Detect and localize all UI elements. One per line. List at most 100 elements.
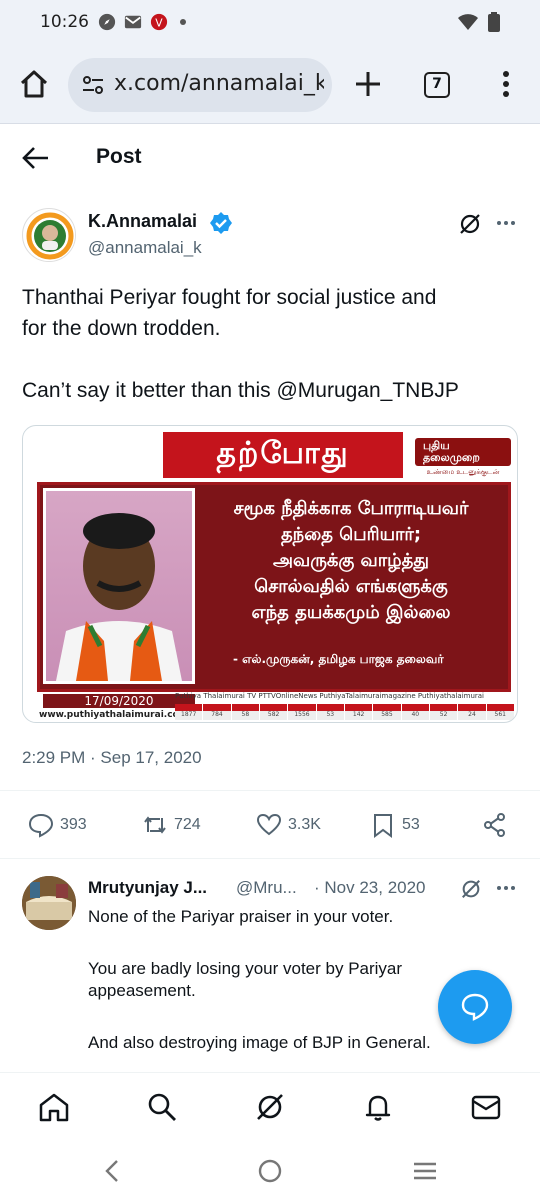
channel-cell: 1556 — [288, 704, 317, 720]
reply-date[interactable]: · Nov 23, 2020 — [314, 878, 426, 898]
media-date: 17/09/2020 — [43, 694, 195, 708]
repost-icon — [144, 816, 166, 834]
more-options-icon[interactable] — [496, 884, 516, 892]
author-handle[interactable]: @annamalai_k — [88, 238, 202, 258]
channel-cell: 40 — [401, 704, 430, 720]
compose-reply-button[interactable] — [438, 970, 512, 1044]
post-text-line: for the down trodden. — [22, 317, 221, 340]
reply-text: None of the Pariyar praiser in your vote… — [88, 906, 508, 1054]
kebab-menu-icon[interactable] — [494, 68, 518, 100]
site-settings-icon[interactable] — [82, 75, 104, 95]
quote-line: எந்த தயக்கமும் இல்லை — [251, 602, 451, 623]
post-text: Thanthai Periyar fought for social justi… — [22, 282, 522, 406]
grok-icon[interactable] — [460, 878, 482, 900]
repost-button[interactable]: 724 — [142, 812, 201, 838]
reply-button[interactable]: 393 — [28, 812, 87, 838]
mail-icon — [124, 15, 142, 29]
grok-icon[interactable] — [254, 1091, 286, 1123]
channel-cell: 582 — [259, 704, 289, 720]
divider — [0, 790, 540, 791]
bottom-navigation — [0, 1072, 540, 1140]
status-time: 10:26 — [40, 12, 89, 32]
quote-line: சொல்வதில் எங்களுக்கு — [254, 576, 448, 597]
wifi-icon — [458, 14, 478, 30]
reply-text-line: And also destroying image of BJP in Gene… — [88, 1033, 431, 1052]
tab-switcher-button[interactable]: 7 — [424, 72, 450, 98]
post-text-line: Can’t say it better than this @Murugan_T… — [22, 379, 459, 402]
grok-icon[interactable] — [458, 212, 482, 236]
person-photo — [43, 488, 195, 684]
reply-icon — [28, 813, 54, 838]
home-circle-icon[interactable] — [257, 1158, 283, 1184]
quote-attribution: - எல்.முருகன், தமிழக பாஜக தலைவர் — [233, 652, 444, 666]
channel-cell: 784 — [203, 704, 232, 720]
reply-avatar[interactable] — [22, 876, 76, 930]
reply-text-line: None of the Pariyar praiser in your vote… — [88, 907, 394, 926]
channel-number-row: 1877 784 58 582 1556 53 142 585 40 52 24… — [175, 704, 515, 720]
reply-count: 393 — [60, 816, 87, 833]
more-options-icon[interactable] — [496, 219, 516, 227]
notifications-bell-icon[interactable] — [362, 1091, 394, 1123]
bookmark-count: 53 — [402, 816, 420, 833]
share-icon — [484, 813, 505, 837]
back-arrow-icon[interactable] — [20, 144, 50, 172]
channel-cell: 1877 — [175, 704, 204, 720]
media-quote: சமூக நீதிக்காக போராடியவர் தந்தை பெரியார்… — [201, 496, 501, 626]
channel-cell: 585 — [373, 704, 402, 720]
channel-cell: 142 — [344, 704, 374, 720]
search-icon[interactable] — [146, 1091, 178, 1123]
app-icon: V — [150, 13, 168, 31]
recents-icon[interactable] — [412, 1158, 438, 1184]
reply-avatar-image — [22, 876, 76, 930]
channel-cell: 52 — [429, 704, 459, 720]
url-text: x.com/annamalai_k/s — [114, 71, 324, 96]
quote-line: சமூக நீதிக்காக போராடியவர் — [233, 498, 469, 519]
channel-logo-tagline: உண்மை உடனுக்குடன் — [426, 468, 500, 476]
bookmark-button[interactable]: 53 — [370, 812, 420, 838]
reply-author-handle[interactable]: @Mru... — [236, 878, 297, 898]
more-notifications-dot — [180, 19, 186, 25]
avatar[interactable] — [22, 208, 76, 262]
share-button[interactable] — [482, 812, 508, 838]
post-header: Post — [0, 132, 540, 186]
channel-cell: 24 — [458, 704, 487, 720]
bookmark-icon — [374, 814, 392, 838]
home-icon[interactable] — [18, 68, 50, 100]
compass-icon — [98, 13, 116, 31]
svg-text:V: V — [155, 17, 163, 30]
battery-icon — [488, 12, 500, 32]
post-text-line: Thanthai Periyar fought for social justi… — [22, 286, 437, 309]
browser-toolbar: x.com/annamalai_k/s 7 — [0, 46, 540, 124]
reply-text-line: You are badly losing your voter by Pariy… — [88, 959, 403, 978]
author-name[interactable]: K.Annamalai — [88, 211, 197, 232]
channel-logo-text: புதிய தலைமுறை — [423, 439, 480, 464]
post-timestamp[interactable]: 2:29 PM · Sep 17, 2020 — [22, 748, 202, 768]
media-social-handles: Puthiya Thalaimurai TV PTTVOnlineNews Pu… — [175, 692, 485, 700]
channel-cell: 561 — [486, 704, 515, 720]
channel-cell: 58 — [231, 704, 260, 720]
post-action-bar: 393 724 3.3K 53 — [0, 808, 540, 844]
repost-count: 724 — [174, 816, 201, 833]
new-tab-icon[interactable] — [352, 68, 384, 100]
media-website: www.puthiyathalaimurai.com — [39, 710, 189, 720]
page-title: Post — [96, 145, 142, 168]
quote-line: அவருக்கு வாழ்த்து — [272, 550, 430, 571]
quote-line: தந்தை பெரியார்; — [280, 524, 422, 545]
like-button[interactable]: 3.3K — [256, 812, 321, 838]
avatar-image — [24, 210, 75, 261]
status-bar: 10:26 V — [0, 0, 540, 46]
channel-cell: 53 — [316, 704, 345, 720]
home-icon[interactable] — [38, 1091, 70, 1123]
system-navigation-bar — [0, 1140, 540, 1200]
back-chevron-icon[interactable] — [100, 1158, 126, 1184]
like-count: 3.3K — [288, 816, 321, 833]
divider — [0, 858, 540, 859]
media-banner: தற்போது — [163, 432, 403, 478]
messages-envelope-icon[interactable] — [470, 1091, 502, 1123]
address-bar[interactable]: x.com/annamalai_k/s — [68, 58, 332, 112]
media-banner-text: தற்போது — [216, 436, 350, 471]
post-media-image[interactable]: தற்போது புதிய தலைமுறை உண்மை உடனுக்குடன் … — [22, 425, 518, 723]
chat-bubble-icon — [461, 993, 489, 1021]
heart-icon — [256, 813, 282, 836]
reply-author-name[interactable]: Mrutyunjay J... — [88, 878, 207, 898]
